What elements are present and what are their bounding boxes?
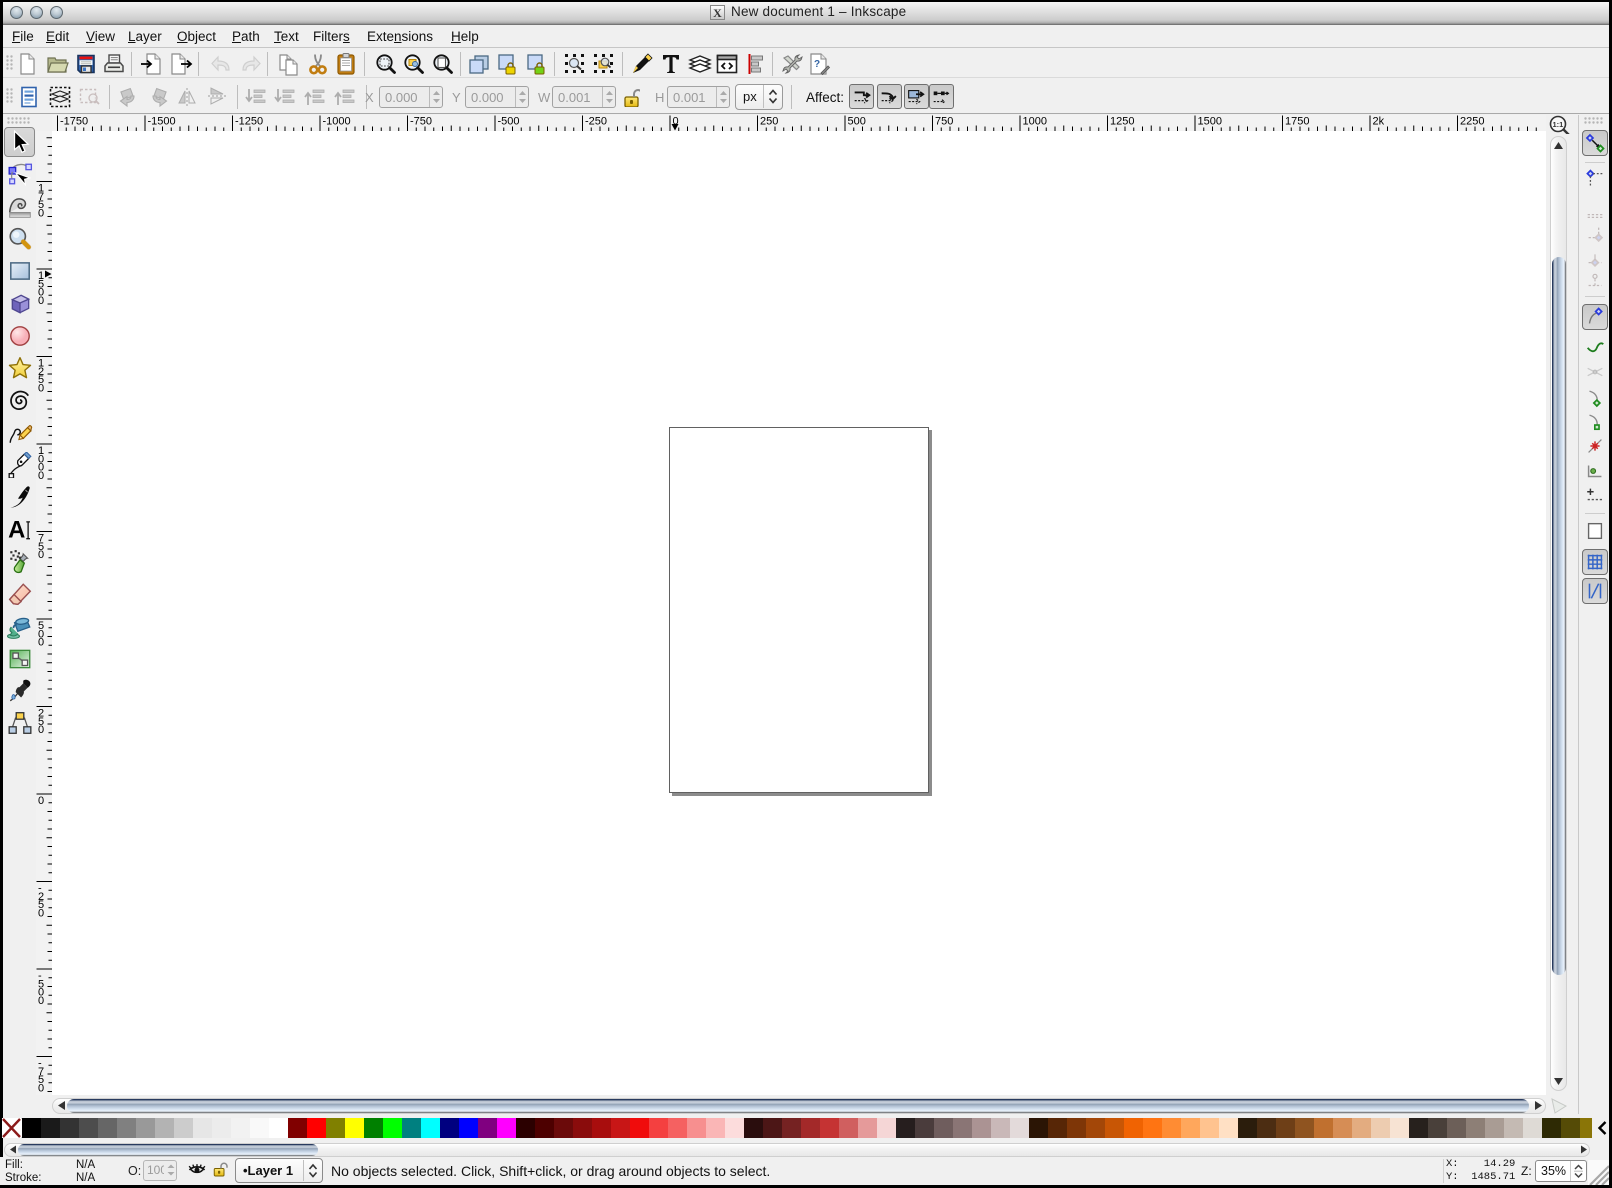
svg-text:750: 750	[935, 116, 953, 128]
svg-text:2k: 2k	[1373, 116, 1385, 128]
svg-text:-1250: -1250	[235, 116, 263, 128]
svg-text:0: 0	[38, 724, 44, 736]
svg-text:1000: 1000	[1023, 116, 1047, 128]
svg-text:0: 0	[38, 637, 44, 649]
svg-text:0: 0	[38, 907, 44, 919]
svg-text:500: 500	[848, 116, 866, 128]
svg-text:0: 0	[38, 1082, 44, 1094]
svg-text:0: 0	[38, 470, 44, 482]
svg-text:-500: -500	[498, 116, 520, 128]
svg-text:1250: 1250	[1110, 116, 1134, 128]
svg-text:-1500: -1500	[148, 116, 176, 128]
svg-text:250: 250	[760, 116, 778, 128]
svg-text:1500: 1500	[1198, 116, 1222, 128]
svg-text:0: 0	[38, 795, 44, 807]
svg-text:0: 0	[38, 995, 44, 1007]
svg-text:A: A	[8, 517, 25, 543]
svg-text:0: 0	[38, 295, 44, 307]
svg-text:2250: 2250	[1460, 116, 1484, 128]
svg-text:-1000: -1000	[323, 116, 351, 128]
svg-text:1:1: 1:1	[1553, 120, 1564, 129]
svg-text:?: ?	[814, 59, 820, 70]
svg-text:-250: -250	[585, 116, 607, 128]
svg-text:0: 0	[38, 207, 44, 219]
svg-text:0: 0	[38, 549, 44, 561]
svg-text:-1750: -1750	[60, 116, 88, 128]
svg-text:0: 0	[38, 382, 44, 394]
svg-text:-750: -750	[410, 116, 432, 128]
svg-text:1750: 1750	[1285, 116, 1309, 128]
